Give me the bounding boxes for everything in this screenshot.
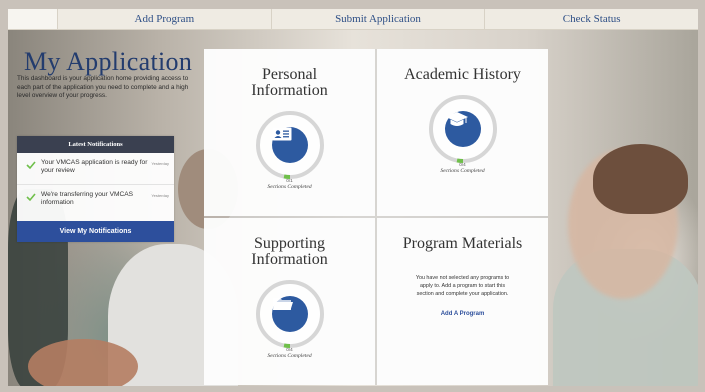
notifications-panel: Latest Notifications Your VMCAS applicat…: [17, 136, 174, 242]
progress-ring: [252, 276, 328, 352]
intro-text: This dashboard is your application home …: [17, 75, 189, 100]
card-title: Academic History: [404, 66, 521, 83]
notification-item[interactable]: We're transferring your VMCAS informatio…: [17, 184, 174, 215]
card-title: Program Materials: [402, 235, 523, 252]
notification-date: Yesterday: [151, 161, 169, 166]
personal-information-card[interactable]: Personal Information 0/1 Sections Comple…: [204, 49, 375, 216]
notification-item[interactable]: Your VMCAS application is ready for your…: [17, 153, 174, 184]
graduation-cap-icon: [444, 111, 481, 147]
progress-label: Sections Completed: [267, 184, 312, 190]
notification-text: Your VMCAS application is ready for your…: [41, 159, 148, 174]
notifications-header: Latest Notifications: [17, 136, 174, 153]
home-tab[interactable]: [8, 9, 58, 29]
view-notifications-button[interactable]: View My Notifications: [17, 221, 174, 242]
tab-submit-application[interactable]: Submit Application: [271, 9, 486, 29]
notification-check-icon: [26, 161, 36, 170]
tab-add-program[interactable]: Add Program: [58, 9, 272, 29]
notification-date: Yesterday: [151, 193, 169, 198]
tab-check-status[interactable]: Check Status: [485, 9, 699, 29]
notification-text: We're transferring your VMCAS informatio…: [41, 191, 134, 206]
top-navigation: Add Program Submit Application Check Sta…: [8, 9, 699, 30]
progress-ring: [252, 107, 328, 183]
supporting-information-card[interactable]: Supporting Information 0/4 Sections Comp…: [204, 218, 375, 385]
progress-ring: [425, 91, 501, 167]
program-materials-message: You have not selected any programs to ap…: [415, 275, 510, 298]
application-sections-grid: Personal Information 0/1 Sections Comple…: [204, 49, 548, 385]
card-title: Personal Information: [251, 66, 328, 99]
page-title: My Application: [24, 47, 193, 76]
add-program-link[interactable]: Add A Program: [441, 311, 485, 317]
academic-history-card[interactable]: Academic History 0/4 Sections Completed: [377, 49, 548, 216]
progress-label: Sections Completed: [440, 168, 485, 174]
card-title: Supporting Information: [251, 235, 328, 268]
id-card-icon: [271, 127, 308, 163]
folder-icon: [271, 296, 308, 332]
program-materials-card[interactable]: Program Materials You have not selected …: [377, 218, 548, 385]
notification-check-icon: [26, 193, 36, 202]
progress-label: Sections Completed: [267, 353, 312, 359]
